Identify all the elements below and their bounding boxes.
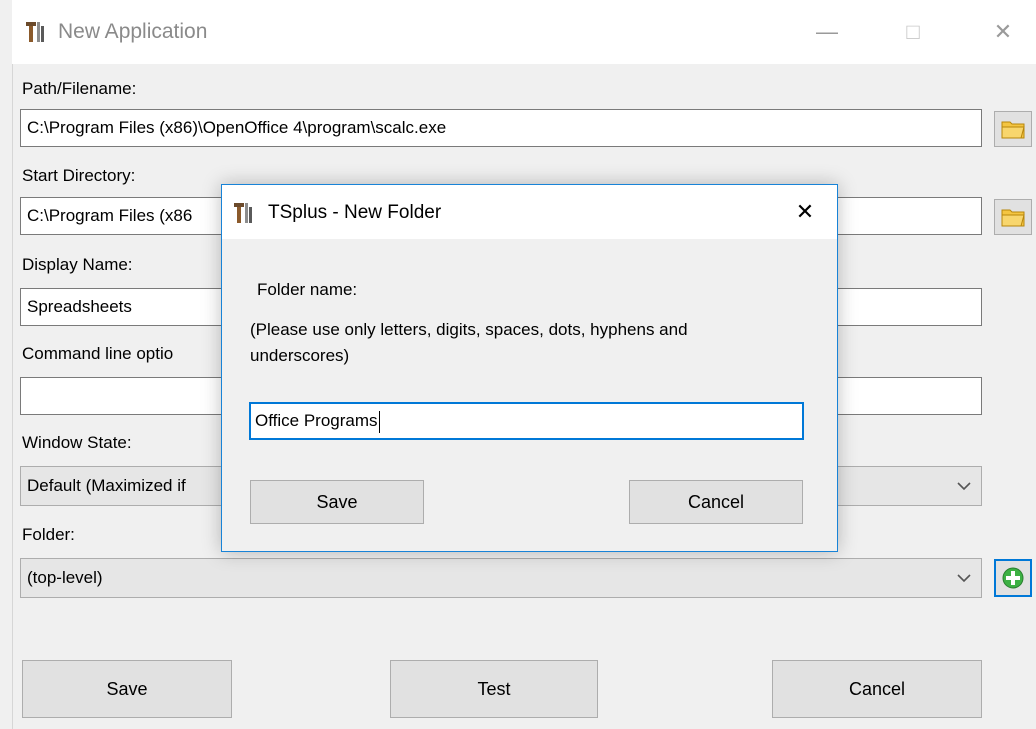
window-state-label: Window State: — [22, 433, 132, 452]
add-folder-button[interactable] — [994, 559, 1032, 597]
path-input[interactable]: C:\Program Files (x86)\OpenOffice 4\prog… — [20, 109, 982, 147]
save-button[interactable]: Save — [22, 660, 232, 718]
folder-select[interactable]: (top-level) — [20, 558, 982, 598]
folder-name-label: Folder name: — [257, 280, 358, 299]
dialog-save-button[interactable]: Save — [250, 480, 424, 524]
minimize-button[interactable]: — — [812, 20, 842, 44]
path-label: Path/Filename: — [22, 79, 137, 98]
browse-path-button[interactable] — [994, 111, 1032, 147]
new-folder-dialog: TSplus - New Folder ✕ Folder name: (Plea… — [221, 184, 838, 552]
folder-name-hint-line1: (Please use only letters, digits, spaces… — [250, 320, 688, 339]
dialog-cancel-button[interactable]: Cancel — [629, 480, 803, 524]
chevron-down-icon — [957, 482, 971, 491]
folder-name-input[interactable]: Office Programs — [249, 402, 804, 440]
cmd-options-label: Command line optio — [22, 344, 174, 363]
start-dir-label: Start Directory: — [22, 166, 136, 185]
cancel-button[interactable]: Cancel — [772, 660, 982, 718]
add-circle-icon — [1002, 567, 1024, 589]
folder-name-hint-line2: underscores) — [250, 346, 350, 365]
folder-icon — [1001, 121, 1025, 139]
tools-icon — [234, 203, 252, 223]
main-window-title: New Application — [58, 20, 208, 43]
browse-start-dir-button[interactable] — [994, 199, 1032, 235]
maximize-button[interactable]: □ — [898, 20, 928, 44]
folder-icon — [1001, 209, 1025, 227]
folder-label: Folder: — [22, 525, 75, 544]
close-button[interactable]: ✕ — [988, 20, 1018, 44]
tools-icon — [26, 22, 44, 42]
display-name-label: Display Name: — [22, 255, 133, 274]
text-caret — [378, 410, 380, 433]
dialog-title: TSplus - New Folder — [268, 202, 442, 223]
test-button[interactable]: Test — [390, 660, 598, 718]
chevron-down-icon — [957, 574, 971, 583]
folder-name-value: Office Programs — [255, 411, 378, 430]
dialog-close-button[interactable]: ✕ — [790, 200, 820, 224]
